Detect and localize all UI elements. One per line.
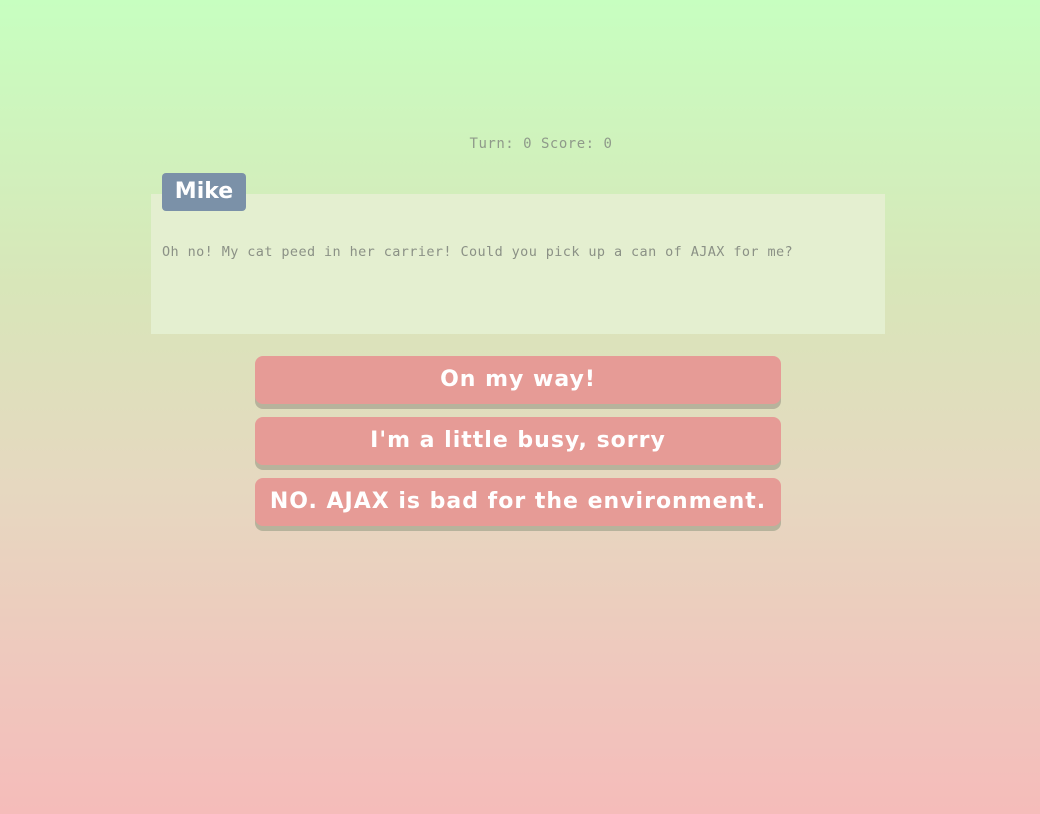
turn-counter: Turn: 0 bbox=[469, 136, 533, 152]
choice-button-refuse[interactable]: NO. AJAX is bad for the environment. bbox=[255, 478, 781, 526]
speaker-name-tag: Mike bbox=[162, 173, 246, 211]
game-status: Turn: 0 Score: 0 bbox=[0, 136, 1040, 152]
score-counter: Score: 0 bbox=[541, 136, 613, 152]
dialog-message: Oh no! My cat peed in her carrier! Could… bbox=[162, 244, 794, 260]
choice-button-busy[interactable]: I'm a little busy, sorry bbox=[255, 417, 781, 465]
dialog-box bbox=[151, 194, 885, 334]
choice-button-on-my-way[interactable]: On my way! bbox=[255, 356, 781, 404]
